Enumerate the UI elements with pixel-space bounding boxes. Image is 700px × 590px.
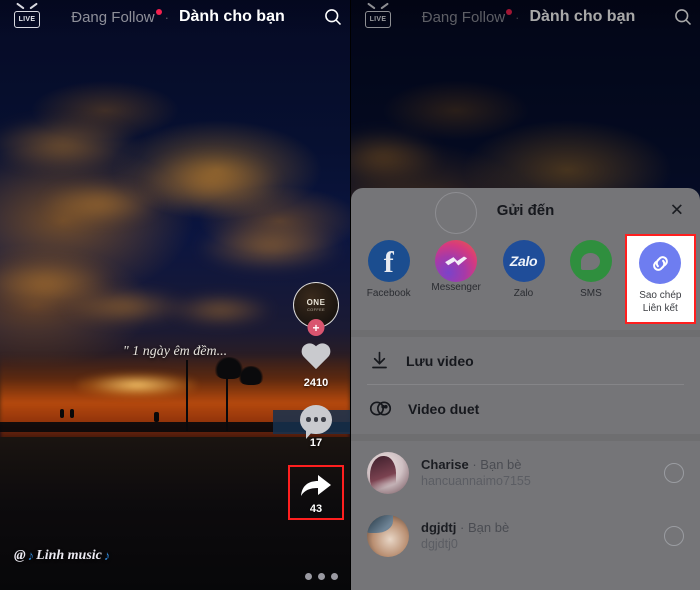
contact-relation: Bạn bè: [480, 457, 522, 472]
share-target-label: Sao chép Liên kết: [639, 290, 682, 314]
phone-left: LIVE Đang Follow · Dành cho bạn " 1 ngày…: [0, 0, 350, 590]
avatar-brand-line-2: COFFEE: [306, 306, 326, 312]
like-count: 2410: [303, 377, 329, 389]
zalo-icon: Zalo: [502, 240, 545, 282]
share-app-list: f Facebook Messenger Zalo Zalo SMS Sao c…: [351, 192, 700, 330]
action-label: Video duet: [408, 400, 480, 417]
contact-text: Charise · Bạn bè hancuannaimo7155: [421, 457, 652, 488]
section-divider: [351, 330, 700, 337]
share-target-label: SMS: [580, 288, 602, 299]
tab-for-you[interactable]: Dành cho bạn: [179, 8, 285, 26]
share-target-label: Messenger: [431, 282, 481, 293]
sms-icon: [569, 240, 612, 282]
duet-icon: [369, 401, 392, 416]
download-icon: [372, 351, 387, 369]
lamp-post: [185, 359, 188, 431]
top-navigation-bar: LIVE Đang Follow · Dành cho bạn: [0, 0, 350, 34]
like-button[interactable]: 2410: [300, 344, 332, 389]
phone-right: LIVE Đang Follow · Dành cho bạn Gửi đến …: [350, 0, 700, 590]
screenshot-stage: LIVE Đang Follow · Dành cho bạn " 1 ngày…: [0, 0, 700, 590]
sun-glow: [77, 371, 197, 398]
facebook-icon: f: [367, 240, 410, 282]
contact-name: dgjdtj: [421, 520, 457, 535]
cloud: [196, 224, 343, 272]
live-icon[interactable]: LIVE: [14, 2, 40, 28]
share-count: 43: [309, 503, 323, 515]
share-target-zalo[interactable]: Zalo Zalo: [490, 234, 557, 324]
username-prefix: @: [14, 548, 26, 563]
contact-name: Charise: [421, 457, 469, 472]
username-label: Linh music: [36, 548, 102, 563]
search-icon[interactable]: [316, 7, 350, 27]
contact-relation: Bạn bè: [467, 520, 510, 535]
action-label: Lưu video: [406, 352, 474, 369]
action-save-video[interactable]: Lưu video: [351, 337, 700, 384]
contact-name-line: dgjdtj · Bạn bè: [421, 520, 652, 535]
heart-icon: [300, 344, 332, 374]
palm-trunk: [225, 377, 228, 431]
contact-text: dgjdtj · Bạn bè dgjdtj0: [421, 520, 652, 551]
share-target-copy-link[interactable]: Sao chép Liên kết: [624, 234, 697, 324]
author-avatar[interactable]: ONE COFFEE +: [293, 282, 339, 336]
live-icon-label: LIVE: [18, 16, 36, 23]
author-username[interactable]: @ ♪ Linh music ♪: [14, 548, 110, 564]
contact-handle: dgjdtj0: [421, 537, 458, 551]
close-icon[interactable]: ✕: [670, 202, 684, 219]
contact-handle: hancuannaimo7155: [421, 474, 531, 488]
share-target-messenger[interactable]: Messenger: [422, 192, 489, 324]
list-item[interactable]: dgjdtj · Bạn bè dgjdtj0: [351, 504, 700, 567]
contact-name-line: Charise · Bạn bè: [421, 457, 652, 472]
avatar: [367, 514, 409, 557]
tab-following[interactable]: Đang Follow: [71, 8, 162, 26]
share-target-facebook[interactable]: f Facebook: [355, 234, 422, 324]
tab-following-label: Đang Follow: [71, 8, 155, 26]
share-target-label: Facebook: [366, 288, 411, 299]
contact-select-checkbox[interactable]: [664, 525, 684, 546]
notification-dot: [155, 8, 162, 15]
share-arrow-icon: [301, 475, 331, 496]
contact-separator: ·: [472, 457, 477, 472]
person-silhouette: [70, 408, 74, 418]
music-note-icon: ♪: [27, 548, 35, 563]
share-sheet-title: Gửi đến: [496, 201, 555, 219]
palm-tree: [238, 365, 264, 385]
follow-button[interactable]: +: [307, 319, 325, 336]
list-item[interactable]: Charise · Bạn bè hancuannaimo7155: [351, 441, 700, 504]
action-video-duet[interactable]: Video duet: [351, 385, 700, 432]
section-divider: [351, 434, 700, 441]
page-indicator: [305, 573, 338, 580]
action-rail: ONE COFFEE + 2410 17 43: [288, 282, 344, 520]
avatar: [367, 451, 409, 494]
share-sheet-header: Gửi đến ✕: [351, 188, 700, 232]
comment-icon: [300, 405, 332, 439]
cloud: [168, 295, 273, 325]
cloud: [140, 153, 280, 213]
nav-separator: ·: [164, 9, 169, 25]
contact-select-checkbox[interactable]: [664, 462, 684, 483]
messenger-icon: [435, 240, 478, 282]
copy-link-icon: [639, 242, 682, 284]
share-target-sms[interactable]: SMS: [557, 234, 624, 324]
person-silhouette: [59, 408, 64, 418]
share-sheet: Gửi đến ✕ f Facebook Messenger Zalo Zalo…: [351, 188, 700, 590]
nav-tabs: Đang Follow · Dành cho bạn: [40, 8, 316, 26]
music-note-icon: ♪: [103, 548, 111, 563]
contact-separator: ·: [460, 520, 465, 535]
zalo-glyph: Zalo: [509, 253, 538, 269]
share-target-label: Zalo: [513, 288, 534, 299]
share-action-list: Lưu video Video duet: [351, 337, 700, 434]
share-button[interactable]: 43: [288, 465, 344, 520]
avatar-brand-line-1: ONE: [306, 297, 326, 307]
facebook-glyph: f: [383, 246, 394, 279]
comment-button[interactable]: 17: [300, 405, 332, 449]
contact-list: Charise · Bạn bè hancuannaimo7155 dgjdtj…: [351, 441, 700, 590]
person-silhouette: [154, 411, 159, 422]
